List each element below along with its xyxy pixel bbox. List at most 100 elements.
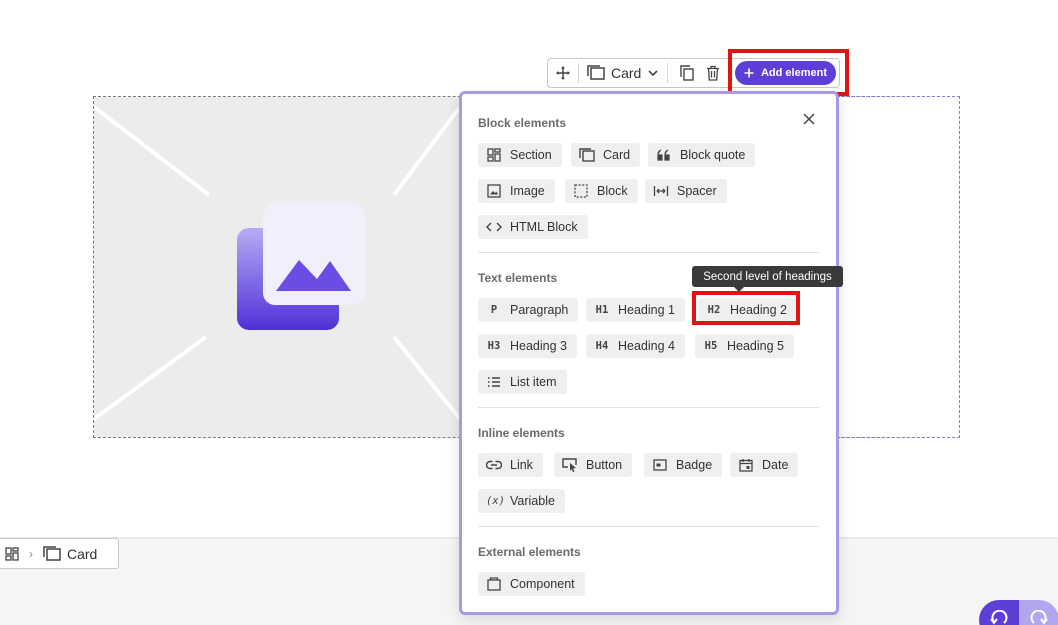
- chevron-right-icon: ›: [29, 546, 33, 561]
- duplicate-button[interactable]: [674, 59, 700, 87]
- element-label: Heading 5: [727, 339, 784, 353]
- element-heading-5[interactable]: H5 Heading 5: [695, 334, 794, 358]
- element-label: Heading 1: [618, 303, 675, 317]
- element-heading-1[interactable]: H1 Heading 1: [586, 298, 685, 322]
- tooltip: Second level of headings: [692, 266, 843, 292]
- card-icon: [587, 65, 605, 80]
- undo-icon: [990, 610, 1008, 625]
- redo-button[interactable]: [1019, 600, 1058, 625]
- breadcrumb: › Card: [0, 538, 119, 569]
- element-label: Heading 2: [730, 303, 787, 317]
- block-icon: [573, 183, 589, 199]
- section-title-inline: Inline elements: [478, 426, 565, 440]
- trash-icon: [707, 65, 720, 81]
- code-icon: [486, 219, 502, 235]
- add-element-label: Add element: [760, 67, 827, 79]
- close-icon: [803, 113, 815, 125]
- chevron-down-icon: [648, 70, 658, 77]
- element-link[interactable]: Link: [478, 453, 543, 477]
- list-icon: [486, 374, 502, 390]
- element-type-label: Card: [611, 65, 642, 81]
- element-label: Card: [603, 148, 631, 162]
- element-list-item[interactable]: List item: [478, 370, 567, 394]
- element-section[interactable]: Section: [478, 143, 562, 167]
- element-spacer[interactable]: Spacer: [645, 179, 727, 203]
- close-button[interactable]: [799, 109, 819, 129]
- element-heading-4[interactable]: H4 Heading 4: [586, 334, 685, 358]
- image-placeholder-icon: [94, 105, 460, 421]
- delete-button[interactable]: [700, 59, 726, 87]
- quote-icon: [656, 147, 672, 163]
- variable-icon: (x): [486, 495, 505, 507]
- element-label: HTML Block: [510, 220, 578, 234]
- undo-button[interactable]: [979, 600, 1019, 625]
- heading-3-icon: H3: [487, 340, 501, 352]
- section-title-text: Text elements: [478, 271, 558, 285]
- add-element-button[interactable]: Add element: [735, 61, 836, 85]
- element-label: Paragraph: [510, 303, 569, 317]
- toolbar-divider: [667, 63, 669, 83]
- card-icon: [43, 545, 61, 561]
- breadcrumb-current[interactable]: Card: [43, 546, 97, 562]
- element-label: Variable: [510, 494, 555, 508]
- element-date[interactable]: Date: [730, 453, 799, 477]
- paragraph-icon: P: [490, 304, 498, 316]
- element-label: Section: [510, 148, 552, 162]
- breadcrumb-root[interactable]: [5, 546, 19, 561]
- element-paragraph[interactable]: P Paragraph: [478, 298, 579, 322]
- element-label: Heading 4: [618, 339, 675, 353]
- element-html-block[interactable]: HTML Block: [478, 215, 588, 239]
- section-title-external: External elements: [478, 545, 581, 559]
- element-heading-3[interactable]: H3 Heading 3: [478, 334, 577, 358]
- element-button[interactable]: Button: [554, 453, 633, 477]
- element-label: Button: [586, 458, 623, 472]
- calendar-icon: [738, 457, 754, 473]
- move-icon: [556, 66, 570, 80]
- section-icon: [486, 147, 502, 163]
- history-controls: [979, 600, 1058, 625]
- panel-divider: [478, 407, 820, 408]
- heading-1-icon: H1: [595, 304, 609, 316]
- element-label: Block quote: [680, 148, 746, 162]
- panel-divider: [478, 252, 820, 253]
- element-heading-2[interactable]: H2 Heading 2: [698, 298, 797, 322]
- element-label: Block: [597, 184, 628, 198]
- link-icon: [486, 457, 502, 473]
- element-label: Link: [510, 458, 533, 472]
- section-title-block: Block elements: [478, 116, 567, 130]
- heading-2-icon: H2: [707, 304, 721, 316]
- image-placeholder[interactable]: [94, 97, 460, 437]
- button-icon: [562, 457, 578, 473]
- element-label: Image: [510, 184, 545, 198]
- move-button[interactable]: [548, 59, 578, 87]
- heading-5-icon: H5: [704, 340, 718, 352]
- card-icon: [579, 147, 595, 163]
- element-label: List item: [510, 375, 557, 389]
- component-icon: [486, 576, 502, 592]
- element-image[interactable]: Image: [478, 179, 555, 203]
- add-element-panel: Block elements Section Card Block quote …: [459, 91, 839, 615]
- element-label: Heading 3: [510, 339, 567, 353]
- element-badge[interactable]: Badge: [644, 453, 723, 477]
- heading-4-icon: H4: [595, 340, 609, 352]
- element-block-quote[interactable]: Block quote: [648, 143, 756, 167]
- copy-icon: [680, 65, 695, 81]
- image-icon: [486, 183, 502, 199]
- badge-icon: [652, 457, 668, 473]
- element-label: Badge: [676, 458, 713, 472]
- element-label: Spacer: [677, 184, 717, 198]
- plus-icon: [744, 68, 754, 78]
- card-selection-outline: [836, 96, 960, 438]
- element-component[interactable]: Component: [478, 572, 585, 596]
- element-card[interactable]: Card: [571, 143, 641, 167]
- spacer-icon: [653, 183, 669, 199]
- element-type-dropdown[interactable]: Card: [579, 59, 667, 87]
- section-icon: [5, 546, 19, 561]
- element-label: Date: [762, 458, 789, 472]
- redo-icon: [1030, 610, 1048, 625]
- element-block[interactable]: Block: [565, 179, 638, 203]
- panel-divider: [478, 526, 820, 527]
- element-label: Component: [510, 577, 575, 591]
- breadcrumb-current-label: Card: [67, 545, 98, 562]
- element-variable[interactable]: (x) Variable: [478, 489, 565, 513]
